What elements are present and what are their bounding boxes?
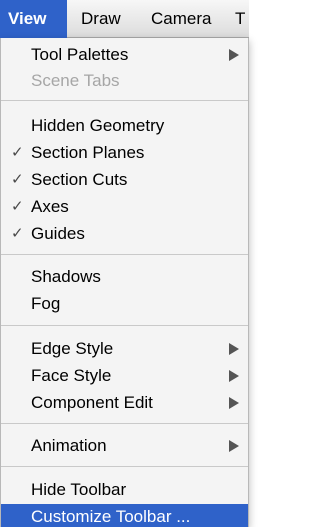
menu-item-fog[interactable]: Fog bbox=[1, 291, 248, 317]
submenu-arrow-icon bbox=[229, 440, 239, 452]
menu-item-label: Section Cuts bbox=[31, 170, 128, 189]
submenu-arrow-icon bbox=[229, 370, 239, 382]
menu-item-edge-style[interactable]: Edge Style bbox=[1, 336, 248, 362]
submenu-arrow-icon bbox=[229, 49, 239, 61]
menu-item-label: Section Planes bbox=[31, 143, 145, 162]
checkmark-icon: ✓ bbox=[11, 171, 24, 188]
menu-item-label: Customize Toolbar ... bbox=[31, 507, 191, 526]
menu-item-customize-toolbar[interactable]: Customize Toolbar ... bbox=[1, 504, 248, 527]
menu-item-shadows[interactable]: Shadows bbox=[1, 264, 248, 290]
menu-item-hidden-geometry[interactable]: Hidden Geometry bbox=[1, 113, 248, 139]
checkmark-icon: ✓ bbox=[11, 198, 24, 215]
checkmark-icon: ✓ bbox=[11, 225, 24, 242]
menu-item-face-style[interactable]: Face Style bbox=[1, 363, 248, 389]
menu-item-label: Axes bbox=[31, 197, 69, 216]
menu-item-hide-toolbar[interactable]: Hide Toolbar bbox=[1, 477, 248, 503]
menu-item-label: Fog bbox=[31, 294, 61, 313]
menu-item-label: Edge Style bbox=[31, 339, 114, 358]
menu-item-label: Shadows bbox=[31, 267, 101, 286]
menu-item-label: Face Style bbox=[31, 366, 112, 385]
menu-item-section-cuts[interactable]: ✓ Section Cuts bbox=[1, 167, 248, 193]
menu-item-component-edit[interactable]: Component Edit bbox=[1, 390, 248, 416]
menu-item-scene-tabs: Scene Tabs bbox=[1, 68, 248, 94]
menu-item-label: Component Edit bbox=[31, 393, 153, 412]
menu-item-label: Hidden Geometry bbox=[31, 116, 165, 135]
menu-item-label: Guides bbox=[31, 224, 85, 243]
checkmark-icon: ✓ bbox=[11, 144, 24, 161]
menu-separator bbox=[1, 254, 248, 255]
menu-separator bbox=[1, 100, 248, 101]
menu-draw[interactable]: Draw bbox=[73, 0, 129, 38]
menu-separator bbox=[1, 423, 248, 424]
menu-bar: View Draw Camera T bbox=[0, 0, 249, 38]
menu-tools[interactable]: T bbox=[233, 0, 249, 38]
menu-item-animation[interactable]: Animation bbox=[1, 433, 248, 459]
menu-item-label: Hide Toolbar bbox=[31, 480, 127, 499]
menu-view[interactable]: View bbox=[0, 0, 67, 38]
menu-item-axes[interactable]: ✓ Axes bbox=[1, 194, 248, 220]
menu-item-section-planes[interactable]: ✓ Section Planes bbox=[1, 140, 248, 166]
submenu-arrow-icon bbox=[229, 343, 239, 355]
menu-item-label: Scene Tabs bbox=[31, 71, 120, 90]
view-dropdown-menu: Tool Palettes Scene Tabs Hidden Geometry… bbox=[0, 38, 249, 527]
menu-camera[interactable]: Camera bbox=[143, 0, 219, 38]
menu-separator bbox=[1, 466, 248, 467]
menu-item-tool-palettes[interactable]: Tool Palettes bbox=[1, 42, 248, 68]
submenu-arrow-icon bbox=[229, 397, 239, 409]
menu-item-guides[interactable]: ✓ Guides bbox=[1, 221, 248, 247]
menu-item-label: Tool Palettes bbox=[31, 45, 129, 64]
menu-item-label: Animation bbox=[31, 436, 107, 455]
menu-separator bbox=[1, 325, 248, 326]
